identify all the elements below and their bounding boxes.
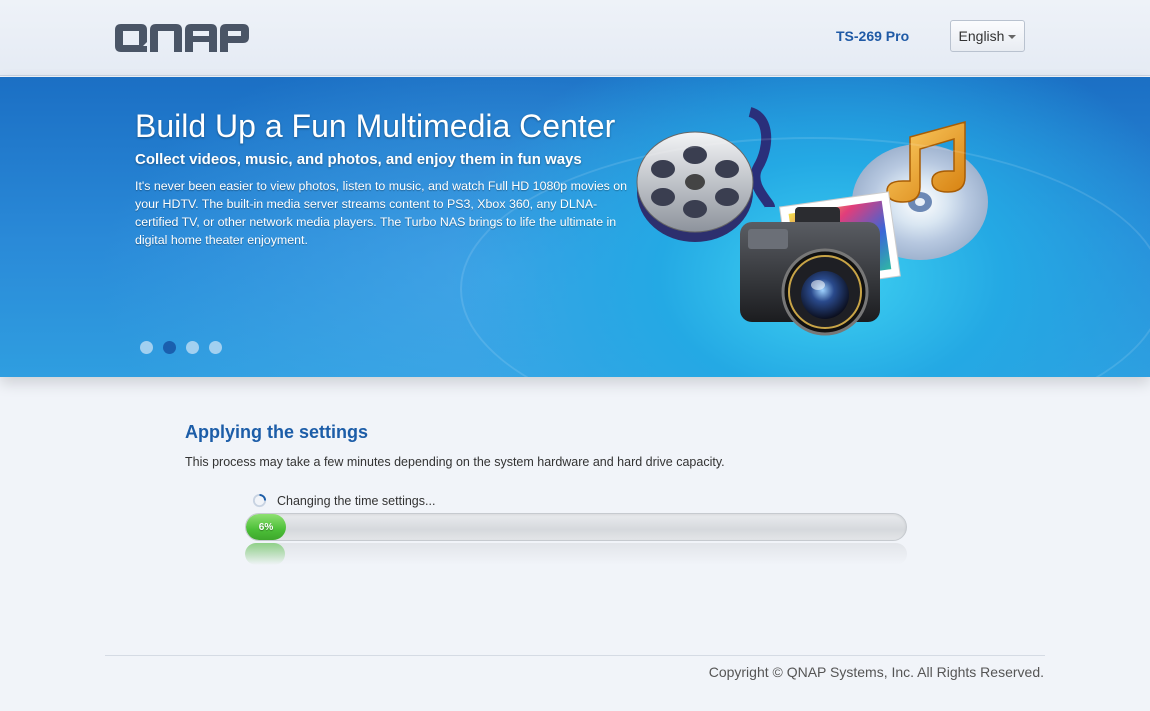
- status-text: Changing the time settings...: [277, 493, 436, 508]
- carousel-dot-2[interactable]: [163, 341, 176, 354]
- language-label: English: [958, 28, 1005, 44]
- camera-icon: [740, 207, 880, 336]
- copyright-text: Copyright © QNAP Systems, Inc. All Right…: [708, 664, 1044, 680]
- carousel-dot-1[interactable]: [140, 341, 153, 354]
- music-cd-icon: [852, 121, 988, 260]
- photos-icon: [778, 191, 901, 292]
- page-description: This process may take a few minutes depe…: [185, 455, 725, 469]
- banner-body: It's never been easier to view photos, l…: [135, 179, 628, 247]
- model-name: TS-269 Pro: [836, 28, 910, 44]
- multimedia-illustration: [630, 107, 1010, 367]
- promo-banner: Build Up a Fun Multimedia Center Collect…: [0, 77, 1150, 377]
- banner-subtitle: Collect videos, music, and photos, and e…: [135, 151, 582, 168]
- progress-label: 6%: [258, 521, 274, 533]
- progress-fill: 6%: [246, 514, 286, 540]
- progress-reflection-fill: [245, 543, 285, 565]
- carousel-dot-3[interactable]: [186, 341, 199, 354]
- chevron-down-icon: [1008, 35, 1017, 39]
- qnap-logo: [115, 24, 249, 52]
- film-reel-icon: [636, 107, 775, 242]
- language-dropdown[interactable]: English: [950, 20, 1025, 52]
- status-row: Changing the time settings...: [252, 493, 435, 508]
- header: TS-269 Pro English: [0, 0, 1150, 76]
- page-title: Applying the settings: [185, 422, 369, 442]
- progress-reflection: [245, 543, 907, 565]
- progress-bar: 6%: [245, 513, 907, 541]
- carousel-dot-4[interactable]: [209, 341, 222, 354]
- carousel-dots: [140, 341, 222, 354]
- footer-divider: [105, 655, 1045, 656]
- banner-title: Build Up a Fun Multimedia Center: [135, 108, 616, 144]
- spinner-icon: [252, 493, 267, 508]
